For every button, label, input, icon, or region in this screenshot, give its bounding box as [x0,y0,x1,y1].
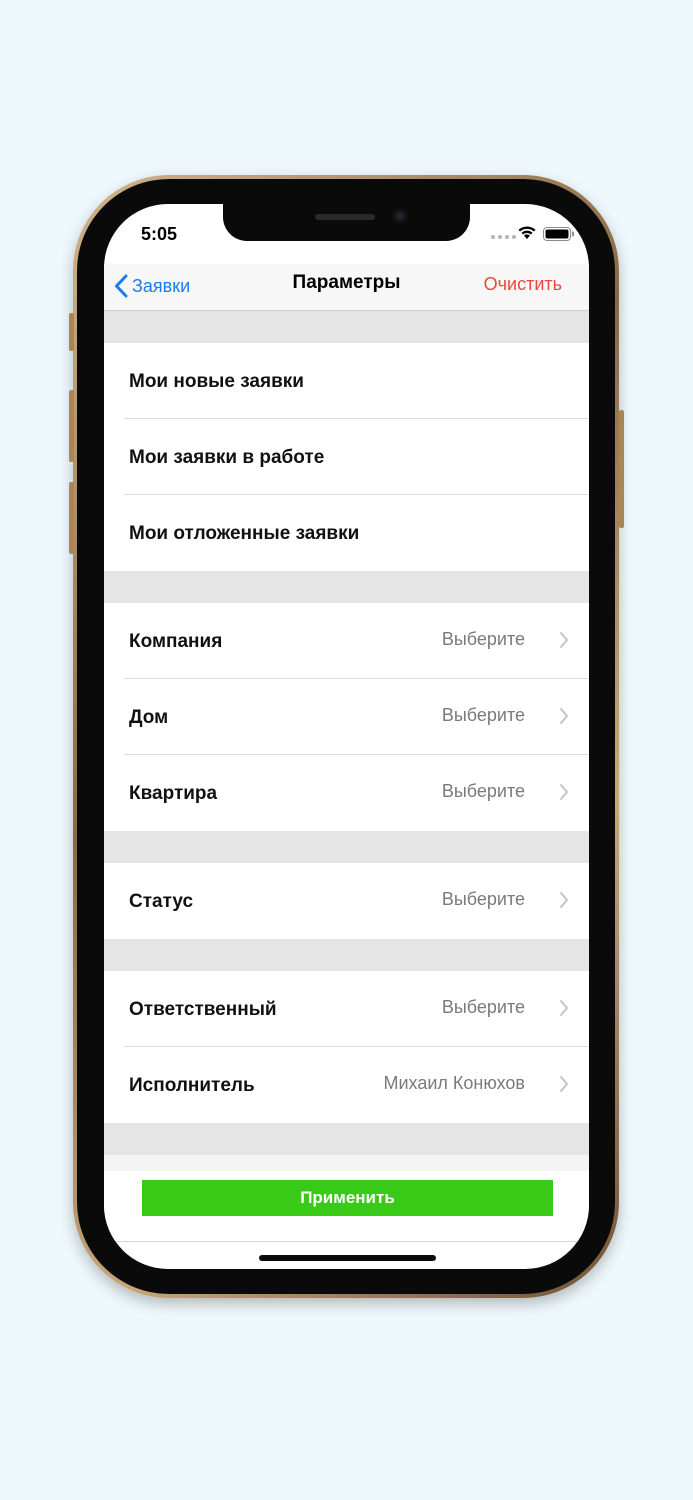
section-status: Статус Выберите [104,863,589,939]
clear-button[interactable]: Очистить [484,274,562,295]
section-gap [104,311,589,343]
phone-screen: 5:05 Заявки Параметры Очистить Мои новые… [104,204,589,1269]
row-my-postponed-requests[interactable]: Мои отложенные заявки [104,495,589,571]
mute-switch [69,313,74,351]
navigation-bar: Заявки Параметры Очистить [104,264,589,311]
spacer [104,1155,589,1171]
row-responsible[interactable]: Ответственный Выберите [104,971,589,1047]
chevron-right-icon [560,784,568,800]
row-label: Ответственный [129,999,277,1020]
chevron-right-icon [560,708,568,724]
filter-list: Мои новые заявки Мои заявки в работе Мои… [104,311,589,1242]
row-label: Квартира [129,783,218,804]
row-value: Выберите [441,997,525,1017]
section-gap [104,939,589,971]
row-value: Выберите [441,781,525,801]
apply-button[interactable]: Применить [142,1180,553,1216]
row-my-requests-in-progress[interactable]: Мои заявки в работе [104,419,589,495]
row-label: Мои отложенные заявки [129,523,360,544]
row-label: Мои заявки в работе [129,447,325,468]
row-status[interactable]: Статус Выберите [104,863,589,939]
signal-icon [491,235,516,239]
power-button [619,410,624,528]
row-value: Михаил Конюхов [383,1073,525,1093]
row-executor[interactable]: Исполнитель Михаил Конюхов [104,1047,589,1123]
row-value: Выберите [441,705,525,725]
battery-icon [543,227,574,241]
notch [223,204,470,241]
back-button[interactable]: Заявки [114,274,190,298]
row-my-new-requests[interactable]: Мои новые заявки [104,343,589,419]
chevron-right-icon [560,632,568,648]
chevron-right-icon [560,1000,568,1016]
section-gap [104,571,589,603]
chevron-right-icon [560,1076,568,1092]
row-apartment[interactable]: Квартира Выберите [104,755,589,831]
section-people: Ответственный Выберите Исполнитель Михаи… [104,971,589,1123]
row-value: Выберите [441,629,525,649]
front-camera [393,209,407,223]
row-label: Статус [129,891,194,912]
row-value: Выберите [441,889,525,909]
section-my-requests: Мои новые заявки Мои заявки в работе Мои… [104,343,589,571]
home-indicator[interactable] [259,1255,436,1261]
wifi-icon [518,226,536,239]
row-label: Исполнитель [129,1075,255,1096]
row-company[interactable]: Компания Выберите [104,603,589,679]
section-location: Компания Выберите Дом Выберите Квартира … [104,603,589,831]
chevron-left-icon [115,274,128,298]
row-house[interactable]: Дом Выберите [104,679,589,755]
speaker-grille [315,214,375,220]
row-label: Мои новые заявки [129,371,304,392]
section-gap [104,831,589,863]
section-gap [104,1123,589,1155]
row-label: Дом [129,707,169,728]
volume-up-button [69,390,74,462]
status-time: 5:05 [141,224,178,244]
chevron-right-icon [560,892,568,908]
volume-down-button [69,482,74,554]
row-label: Компания [129,631,223,652]
apply-footer: Применить [104,1171,589,1242]
back-button-label: Заявки [132,275,191,296]
